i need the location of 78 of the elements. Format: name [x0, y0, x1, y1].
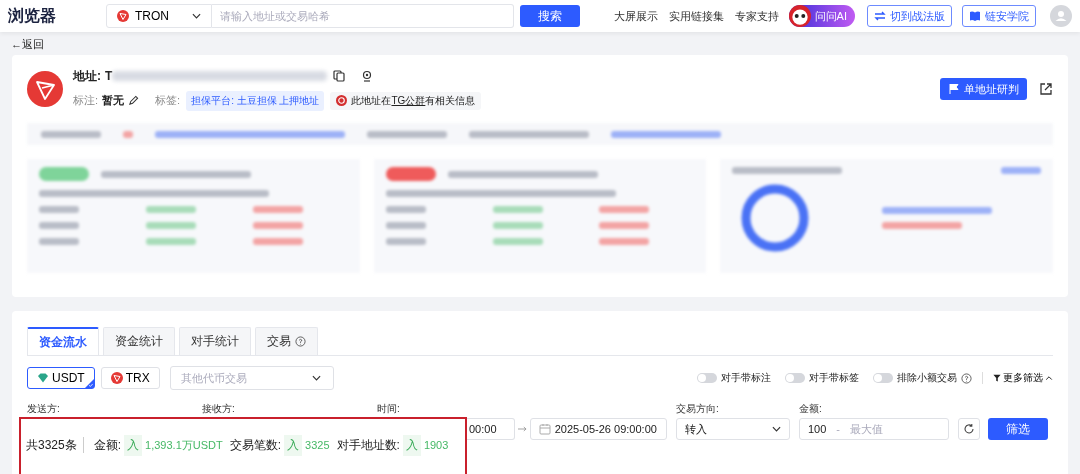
- flag-icon: [948, 83, 960, 95]
- reset-button[interactable]: [958, 418, 980, 440]
- sender-label: 发送方:: [27, 402, 61, 416]
- chain-select[interactable]: TRON: [106, 4, 212, 28]
- notice-text: 此地址在TG公群有相关信息: [351, 93, 476, 108]
- search-field[interactable]: 请输入地址或交易哈希: [212, 4, 514, 28]
- token-chip[interactable]: USDT: [27, 367, 95, 389]
- help-icon: [961, 372, 972, 384]
- direction-badge: 入: [402, 434, 421, 456]
- alert-icon: [336, 95, 348, 106]
- receiver-label: 接收方:: [202, 402, 236, 416]
- toggle-switch[interactable]: [785, 373, 805, 383]
- address-label: 地址:: [73, 67, 101, 85]
- toggle-label: 对手带标签: [809, 371, 859, 385]
- filter-button[interactable]: 筛选: [988, 418, 1048, 440]
- refresh-icon: [963, 423, 975, 435]
- caret-icon: [192, 13, 201, 19]
- tab[interactable]: 资金流水: [27, 327, 99, 355]
- time-label: 时间:: [377, 402, 401, 416]
- pin-icon[interactable]: [361, 70, 374, 82]
- tab[interactable]: 对手统计: [179, 327, 251, 355]
- direction-label: 交易方向:: [676, 402, 720, 416]
- amount-range-field[interactable]: 100 - 最大值: [799, 418, 949, 440]
- help-icon: [295, 336, 306, 347]
- caret-icon: [772, 426, 781, 432]
- caret-icon: [311, 375, 321, 381]
- filter-icon: [993, 374, 1001, 382]
- summary-value: 3325: [305, 439, 330, 451]
- nav-link[interactable]: 大屏展示: [613, 8, 658, 24]
- nav-link[interactable]: 实用链接集: [668, 8, 724, 24]
- tron-icon: [110, 372, 123, 384]
- summary-value: 1903: [423, 439, 449, 451]
- summary-value: 1,393.1万USDT: [145, 437, 223, 453]
- tab[interactable]: 资金统计: [103, 327, 175, 355]
- end-time-field[interactable]: 2025-05-26 09:00:00: [529, 418, 667, 440]
- swap-icon: [874, 10, 886, 22]
- remark-label: 标注:: [73, 93, 99, 108]
- direction-badge: 入: [124, 434, 143, 456]
- arrow-icon: [517, 426, 527, 432]
- direction-badge: 入: [284, 434, 303, 456]
- logo-text[interactable]: 浏览器: [8, 5, 106, 27]
- book-icon: [969, 10, 981, 22]
- edit-icon[interactable]: [128, 95, 140, 106]
- copy-icon[interactable]: [333, 70, 346, 82]
- research-button[interactable]: 单地址研判: [940, 78, 1027, 100]
- tab[interactable]: 交易: [255, 327, 318, 355]
- panda-icon: [788, 5, 811, 27]
- switch-version-button[interactable]: 切到战法版: [867, 5, 952, 27]
- back-link[interactable]: ←返回: [11, 36, 44, 52]
- search-button[interactable]: 搜索: [520, 5, 580, 27]
- calendar-icon: [538, 423, 551, 435]
- remark-value: 暂无: [102, 93, 125, 108]
- chevron-up-icon: [1045, 374, 1053, 382]
- academy-button[interactable]: 链安学院: [962, 5, 1036, 27]
- ai-button[interactable]: 问问AI: [788, 5, 855, 27]
- tag-label: 标签:: [155, 93, 181, 108]
- tron-logo-icon: [27, 71, 63, 107]
- address-tag: 担保平台: 土豆担保 上押地址: [186, 90, 325, 111]
- total-count: 共3325条: [26, 436, 77, 454]
- summary-label: 对手地址数:: [336, 436, 400, 454]
- more-filters-button[interactable]: 更多筛选: [993, 371, 1053, 385]
- amount-label: 金额:: [799, 402, 823, 416]
- diamond-icon: [37, 372, 49, 384]
- tron-icon: [117, 10, 129, 22]
- ring-drawing: [740, 183, 811, 253]
- toggle-switch[interactable]: [873, 373, 893, 383]
- notice-link[interactable]: TG公群: [391, 94, 426, 106]
- direction-select[interactable]: 转入: [676, 418, 790, 440]
- toggle-label: 排除小额交易: [897, 371, 957, 385]
- token-chip[interactable]: TRX: [100, 367, 160, 389]
- summary-label: 交易笔数:: [229, 436, 282, 454]
- check-corner-icon: [84, 379, 94, 388]
- summary-label: 金额:: [93, 436, 122, 454]
- nav-link[interactable]: 专家支持: [734, 8, 779, 24]
- address-value: T: [105, 69, 113, 83]
- toggle-switch[interactable]: [697, 373, 717, 383]
- external-link-icon[interactable]: [1039, 82, 1053, 96]
- toggle-label: 对手带标注: [721, 371, 771, 385]
